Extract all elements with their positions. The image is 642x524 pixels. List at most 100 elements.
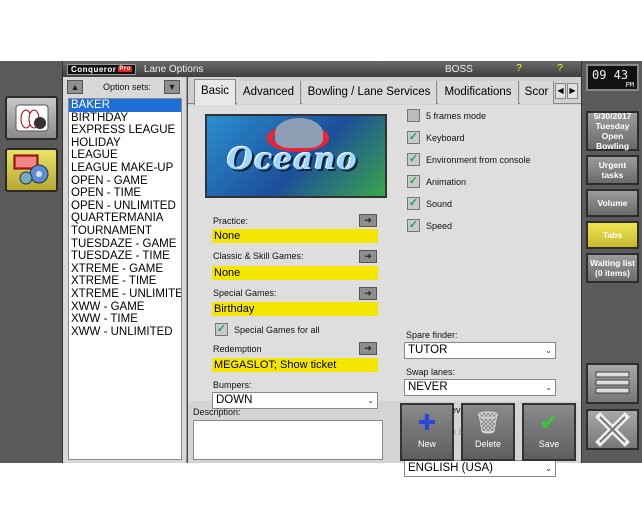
classic-games-arrow-button[interactable]: ➔ xyxy=(359,250,377,263)
spare-finder-value: TUTOR xyxy=(408,344,448,356)
tab-basic[interactable]: Basic xyxy=(194,79,236,105)
option-set-item[interactable]: XWW - GAME xyxy=(69,301,181,314)
swap-lanes-select[interactable]: NEVER ⌄ xyxy=(404,379,556,396)
banner-title: Oceano xyxy=(227,142,358,177)
waiting-count: (0 items) xyxy=(595,268,630,278)
delete-label: Delete xyxy=(474,439,501,449)
clock-time: 09 43 xyxy=(592,68,629,82)
option-set-item[interactable]: EXPRESS LEAGUE xyxy=(69,124,181,137)
urgent-tasks-button[interactable]: Urgent tasks xyxy=(586,155,639,185)
checkbox-label: Speed xyxy=(426,220,453,231)
option-set-item[interactable]: XWW - TIME xyxy=(69,313,181,326)
tabs-label: Tabs xyxy=(602,230,623,240)
scroll-down-button[interactable]: ▼ xyxy=(164,80,180,94)
option-set-item[interactable]: OPEN - GAME xyxy=(69,175,181,188)
bumpers-label: Bumpers: xyxy=(213,380,252,390)
option-set-item[interactable]: QUARTERMANIA xyxy=(69,212,181,225)
spare-finder-select[interactable]: TUTOR ⌄ xyxy=(404,342,556,359)
checkbox-box[interactable]: ✓ xyxy=(407,219,420,232)
trash-icon: 🗑 xyxy=(474,410,502,435)
classic-games-label: Classic & Skill Games: xyxy=(213,251,304,261)
checkbox-sound[interactable]: ✓ Sound xyxy=(407,197,452,210)
option-set-item[interactable]: XTREME - UNLIMITED xyxy=(69,288,181,301)
tab-scoring[interactable]: Scor xyxy=(520,81,554,104)
option-set-item[interactable]: HOLIDAY xyxy=(69,137,181,150)
special-games-label: Special Games: xyxy=(213,288,277,298)
bumpers-value: DOWN xyxy=(216,394,253,406)
practice-arrow-button[interactable]: ➔ xyxy=(359,214,377,227)
special-for-all-check[interactable]: ✓ xyxy=(215,323,228,336)
checkbox-animation[interactable]: ✓ Animation xyxy=(407,175,466,188)
checkbox-box[interactable]: ✓ xyxy=(407,197,420,210)
checkbox-speed[interactable]: ✓ Speed xyxy=(407,219,452,232)
special-games-for-all-checkbox[interactable]: ✓ Special Games for all xyxy=(215,323,320,336)
volume-button[interactable]: Volume xyxy=(586,189,639,217)
close-button[interactable] xyxy=(586,409,639,450)
tab-modifications[interactable]: Modifications xyxy=(438,81,519,104)
classic-games-value[interactable]: None xyxy=(212,266,378,280)
tab-advanced[interactable]: Advanced xyxy=(237,81,301,104)
checkbox-box[interactable]: ✓ xyxy=(407,175,420,188)
mode-text: Open Bowling xyxy=(595,131,630,151)
checkbox-keyboard[interactable]: ✓ Keyboard xyxy=(407,131,465,144)
basic-tab-content: Oceano Practice: ➔ None Classic & Skill … xyxy=(188,105,581,477)
option-sets-list[interactable]: BAKER BIRTHDAY EXPRESS LEAGUE HOLIDAY LEAGUE… xyxy=(68,98,182,460)
game-banner-image: Oceano xyxy=(205,114,387,198)
session-info-button[interactable]: 5/30/2017 Tuesday Open Bowling xyxy=(586,111,639,151)
tab-bowling-lane-services[interactable]: Bowling / Lane Services xyxy=(302,81,437,104)
tab-prev-button[interactable]: ◀ xyxy=(555,83,566,99)
checkbox-5-frames-mode[interactable]: 5 frames mode xyxy=(407,109,486,122)
checkbox-environment-from-console[interactable]: ✓ Environment from console xyxy=(407,153,531,166)
title-bar: Conqueror Pro Lane Options BOSS ? ? xyxy=(63,61,581,77)
save-button[interactable]: ✔ Save xyxy=(522,403,576,461)
checkbox-label: 5 frames mode xyxy=(426,110,487,121)
weekday-text: Tuesday xyxy=(595,121,630,131)
bowling-pins-icon xyxy=(15,104,48,132)
description-label: Description: xyxy=(193,407,241,417)
option-set-item[interactable]: LEAGUE MAKE-UP xyxy=(69,162,181,175)
language-select[interactable]: ENGLISH (USA) ⌄ xyxy=(404,460,556,477)
left-rail xyxy=(0,61,63,463)
swap-lanes-label: Swap lanes: xyxy=(406,367,456,377)
checkbox-box[interactable]: ✓ xyxy=(407,131,420,144)
redemption-arrow-button[interactable]: ➔ xyxy=(359,342,377,355)
option-set-item[interactable]: OPEN - UNLIMITED xyxy=(69,200,181,213)
checkbox-box[interactable] xyxy=(407,109,420,122)
description-input[interactable] xyxy=(193,420,383,460)
clock-ampm: PM xyxy=(625,81,634,89)
scroll-up-button[interactable]: ▲ xyxy=(67,80,83,94)
option-set-item[interactable]: TOURNAMENT xyxy=(69,225,181,238)
practice-value[interactable]: None xyxy=(212,229,378,243)
tabs-button[interactable]: Tabs xyxy=(586,221,639,249)
delete-button[interactable]: 🗑 Delete xyxy=(461,403,515,461)
waiting-list-button[interactable]: Waiting list (0 items) xyxy=(586,253,639,283)
option-set-item[interactable]: LEAGUE xyxy=(69,149,181,162)
option-set-item[interactable]: TUESDAZE - TIME xyxy=(69,250,181,263)
redemption-value[interactable]: MEGASLOT; Show ticket xyxy=(212,358,378,372)
help-icon[interactable]: ? xyxy=(553,63,567,75)
tab-next-button[interactable]: ▶ xyxy=(567,83,578,99)
gears-button[interactable] xyxy=(5,148,58,192)
option-set-item[interactable]: XTREME - TIME xyxy=(69,275,181,288)
option-set-item[interactable]: BIRTHDAY xyxy=(69,112,181,125)
option-set-item[interactable]: XWW - UNLIMITED xyxy=(69,326,181,339)
option-set-item[interactable]: OPEN - TIME xyxy=(69,187,181,200)
new-label: New xyxy=(417,439,436,449)
volume-label: Volume xyxy=(597,198,628,208)
bowling-pins-button[interactable] xyxy=(5,96,58,140)
new-button[interactable]: ✚ New xyxy=(400,403,454,461)
dropdown-icon: ⌄ xyxy=(545,383,552,392)
option-set-item[interactable]: TUESDAZE - GAME xyxy=(69,238,181,251)
help-key-icon[interactable]: ? xyxy=(512,63,526,75)
option-sets-label: Option sets: xyxy=(103,82,152,92)
checkbox-box[interactable]: ✓ xyxy=(407,153,420,166)
special-games-value[interactable]: Birthday xyxy=(212,302,378,316)
option-set-item[interactable]: XTREME - GAME xyxy=(69,263,181,276)
option-sets-header: ▲ Option sets: ▼ xyxy=(63,77,186,98)
gears-icon xyxy=(13,154,48,185)
option-set-item[interactable]: BAKER xyxy=(69,99,181,112)
special-games-arrow-button[interactable]: ➔ xyxy=(359,287,377,300)
close-icon xyxy=(595,412,630,447)
list-menu-button[interactable] xyxy=(586,363,639,404)
spare-finder-label: Spare finder: xyxy=(406,330,458,340)
